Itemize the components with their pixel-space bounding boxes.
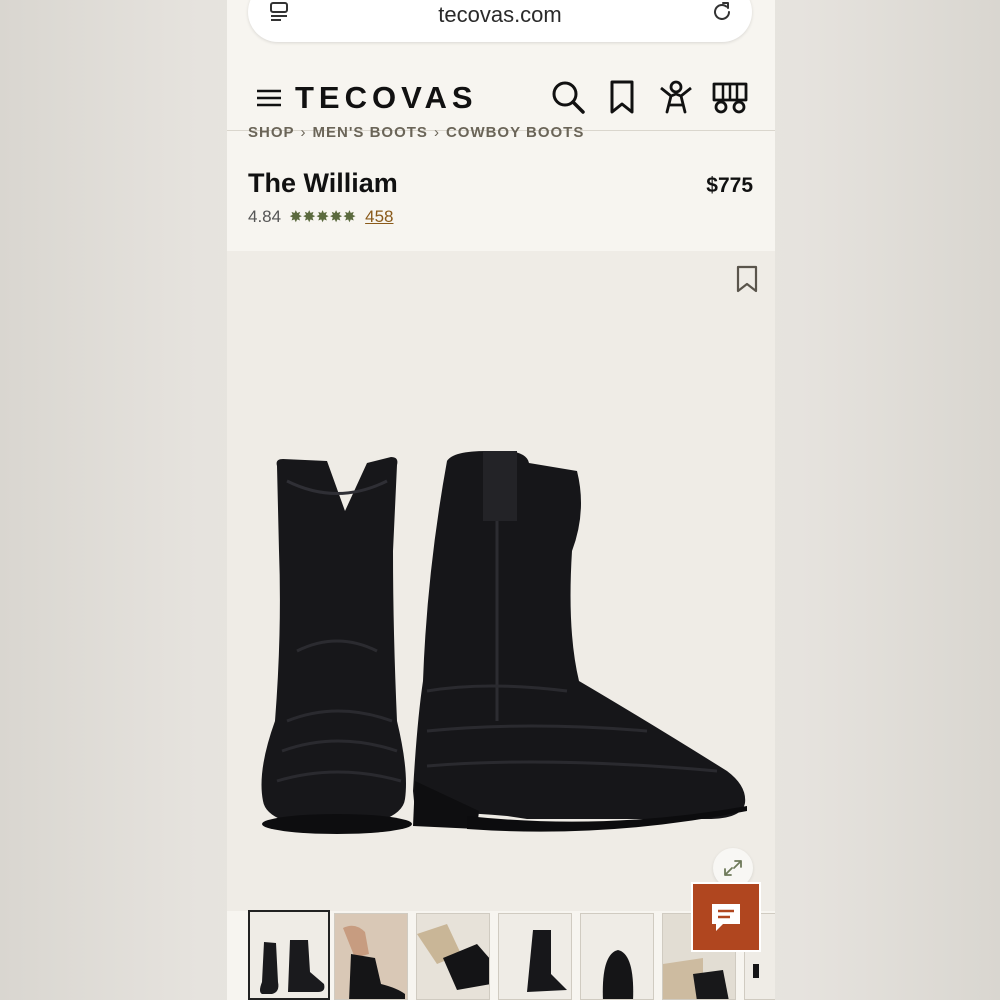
wagon-cart-icon[interactable] [711,78,749,116]
reload-icon[interactable] [710,0,734,24]
product-price: $775 [706,174,753,197]
brand-logo[interactable]: TECOVAS [295,80,478,116]
phone-screen: tecovas.com TECOVAS SHOP › MEN'S BOOTS ›… [227,0,775,1000]
product-image-gallery[interactable] [227,251,775,911]
rating-value: 4.84 [248,207,282,226]
thumbnail-5[interactable] [580,913,654,1000]
hamburger-menu-icon[interactable] [255,86,283,110]
thumbnail-4[interactable] [498,913,572,1000]
boots-product-image [261,451,747,834]
breadcrumb-cowboy-boots[interactable]: COWBOY BOOTS [446,124,584,141]
url-bar[interactable]: tecovas.com [248,0,752,42]
bookmark-icon[interactable] [603,78,641,116]
product-title: The William [248,168,398,198]
thumbnail-2[interactable] [334,913,408,1000]
review-count-link[interactable]: 458 [365,207,393,227]
breadcrumb-mens-boots[interactable]: MEN'S BOOTS [313,124,428,141]
boots-thumbnail-image [250,912,328,998]
site-header: TECOVAS [227,70,775,131]
boots-lifestyle-thumbnail-image [417,914,489,999]
breadcrumb: SHOP › MEN'S BOOTS › COWBOY BOOTS [248,124,584,141]
thumbnail-3[interactable] [416,913,490,1000]
chat-bubble-icon [712,904,740,931]
boot-toe-thumbnail-image [581,914,653,999]
rating-row: 4.84 ✸✸✸✸✸ 458 [248,207,394,227]
thumbnail-1[interactable] [248,910,330,1000]
boots-worn-thumbnail-image [335,914,407,999]
breadcrumb-shop[interactable]: SHOP [248,124,295,141]
url-text[interactable]: tecovas.com [248,2,752,28]
chat-button[interactable] [691,882,761,952]
breadcrumb-separator: › [300,124,307,141]
search-icon[interactable] [549,78,587,116]
breadcrumb-separator: › [433,124,440,141]
boot-side-thumbnail-image [499,914,571,999]
account-icon[interactable] [657,78,695,116]
star-rating-icon: ✸✸✸✸✸ [289,209,357,226]
